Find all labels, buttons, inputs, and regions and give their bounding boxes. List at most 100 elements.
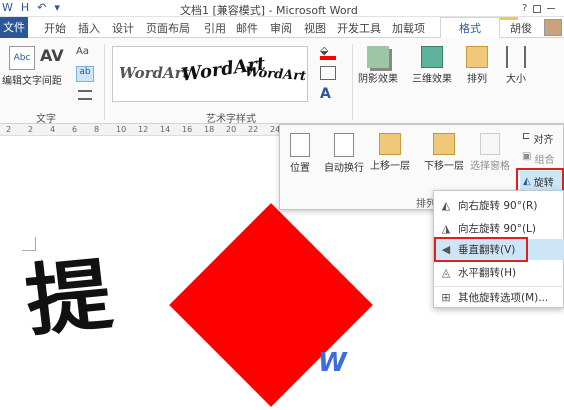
separator [352, 44, 353, 120]
rotate-left-icon: ◮ [441, 222, 451, 235]
tab-view[interactable]: 视图 [304, 20, 326, 36]
menu-item-label: 水平翻转(H) [458, 267, 517, 279]
more-rotate-icon: ⊞ [441, 290, 451, 304]
undo-icon[interactable]: ↶ [37, 1, 46, 14]
spacing-icon: AV [40, 46, 64, 65]
calligraphy-wordart[interactable]: 提 [21, 249, 117, 348]
tab-file[interactable]: 文件 [0, 17, 28, 38]
position-label: 位置 [290, 163, 310, 174]
align-text-icon[interactable] [78, 90, 92, 100]
ruler-tick: 16 [182, 125, 193, 134]
qat-dropdown-icon[interactable]: ▾ [54, 1, 60, 14]
send-backward-icon [433, 133, 455, 155]
3d-effects-label: 三维效果 [412, 74, 452, 85]
shadow-effects-label: 阴影效果 [358, 74, 398, 85]
bring-forward-label: 上移一层 [370, 161, 410, 172]
wrap-text-label: 自动换行 [324, 163, 364, 174]
align-button[interactable]: ⊏ 对齐 [522, 131, 553, 146]
3d-effects-button[interactable]: 三维效果 [412, 46, 452, 85]
flip-horizontal-icon: ◬ [441, 266, 451, 279]
tab-developer[interactable]: 开发工具 [337, 20, 381, 36]
tab-insert[interactable]: 插入 [78, 20, 100, 36]
menu-item-rotate-left[interactable]: ◮ 向左旋转 90°(L) [434, 218, 564, 239]
edit-text-button[interactable]: Abc 编辑文字 [2, 46, 42, 87]
tab-home[interactable]: 开始 [44, 20, 66, 36]
window-title: 文档1 [兼容模式] - Microsoft Word [180, 4, 358, 17]
spacing-button[interactable]: AV 间距 [40, 46, 64, 87]
align-label: 对齐 [533, 135, 554, 146]
shadow-effects-button[interactable]: 阴影效果 [358, 46, 398, 85]
ruler-tick: 14 [160, 125, 171, 134]
bring-forward-button[interactable]: 上移一层 [370, 133, 410, 172]
ruler-tick: 10 [116, 125, 127, 134]
arrange-button[interactable]: 排列 [466, 46, 488, 85]
ruler-tick: 6 [72, 125, 78, 134]
ruler-tick: 22 [248, 125, 259, 134]
flip-vertical-callout-box [434, 237, 528, 262]
wrap-text-icon [334, 133, 354, 157]
shadow-effects-icon [367, 46, 389, 68]
fill-color-icon[interactable]: ⬙ [320, 44, 336, 60]
word-window: W H ↶ ▾ 文档1 [兼容模式] - Microsoft Word ? 文件… [0, 0, 564, 410]
ruler-tick: 2 [28, 125, 34, 134]
ribbon: Abc 编辑文字 AV 间距 Aa ab 文字 WordArt WordArt … [0, 38, 564, 125]
ribbon-tab-row: 文件 开始 插入 设计 页面布局 引用 邮件 审阅 视图 开发工具 加载项 格式… [0, 17, 564, 38]
group-icon: ▣ [522, 151, 532, 162]
ruler-tick: 8 [94, 125, 100, 134]
size-icon [506, 46, 526, 68]
quick-access-toolbar: W H ↶ ▾ [2, 1, 60, 14]
selection-pane-label: 选择窗格 [470, 161, 510, 172]
ruler-tick: 18 [204, 125, 215, 134]
spacing-label: 间距 [41, 76, 62, 87]
menu-item-more-rotate[interactable]: ⊞ 其他旋转选项(M)... [434, 286, 564, 307]
even-height-button[interactable]: Aa [76, 46, 89, 57]
send-backward-button[interactable]: 下移一层 [424, 133, 464, 172]
rotate-callout-box [516, 168, 564, 192]
tab-format[interactable]: 格式 [440, 17, 500, 38]
menu-item-label: 向右旋转 90°(R) [458, 200, 538, 212]
position-button[interactable]: 位置 [290, 133, 310, 174]
wrap-text-button[interactable]: 自动换行 [324, 133, 364, 174]
rotate-right-icon: ◭ [441, 199, 451, 212]
outline-color-icon[interactable] [320, 66, 336, 80]
arrange-icon [466, 46, 488, 68]
selection-pane-icon [480, 133, 500, 155]
tab-addins[interactable]: 加载项 [392, 20, 425, 36]
avatar[interactable] [544, 19, 562, 36]
size-button[interactable]: 大小 [506, 46, 526, 85]
minimize-icon[interactable] [547, 8, 556, 9]
separator [104, 44, 105, 120]
arrange-label: 排列 [467, 74, 487, 85]
tab-page-layout[interactable]: 页面布局 [146, 20, 190, 36]
tab-references[interactable]: 引用 [204, 20, 226, 36]
save-icon[interactable]: H [21, 1, 29, 14]
size-label: 大小 [506, 74, 526, 85]
group-button[interactable]: ▣ 组合 [522, 151, 554, 166]
position-icon [290, 133, 310, 157]
margin-corner-mark [22, 237, 36, 251]
title-bar: W H ↶ ▾ 文档1 [兼容模式] - Microsoft Word ? [0, 0, 564, 17]
wordart-group-label: 艺术字样式 [206, 114, 256, 125]
send-backward-label: 下移一层 [424, 161, 464, 172]
ruler-tick: 2 [6, 125, 12, 134]
menu-item-rotate-right[interactable]: ◭ 向右旋转 90°(R) [434, 195, 564, 216]
user-name[interactable]: 胡俊 [510, 20, 532, 36]
edit-text-label: 编辑文字 [2, 76, 42, 87]
group-label: 组合 [534, 155, 555, 166]
selection-pane-button[interactable]: 选择窗格 [470, 133, 510, 172]
3d-cube-icon [421, 46, 443, 68]
menu-item-label: 其他旋转选项(M)... [458, 291, 549, 304]
wordart-sample-3[interactable]: WordArt [245, 65, 307, 84]
tab-review[interactable]: 审阅 [270, 20, 292, 36]
menu-item-label: 向左旋转 90°(L) [458, 223, 536, 235]
vertical-text-button[interactable]: ab [76, 66, 94, 82]
wordart-effects-icon[interactable]: A [320, 86, 331, 102]
menu-item-flip-horizontal[interactable]: ◬ 水平翻转(H) [434, 262, 564, 283]
help-icon[interactable]: ? [522, 3, 527, 14]
restore-icon[interactable] [533, 4, 542, 13]
wordart-sample-1[interactable]: WordArt [119, 64, 190, 82]
wordart-style-gallery[interactable]: WordArt WordArt WordArt [112, 46, 308, 102]
bring-forward-icon [379, 133, 401, 155]
tab-mailings[interactable]: 邮件 [236, 20, 258, 36]
tab-design[interactable]: 设计 [112, 20, 134, 36]
